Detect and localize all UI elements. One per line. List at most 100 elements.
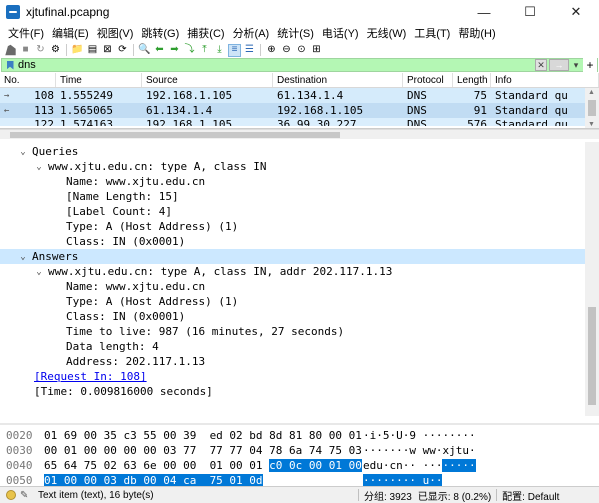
table-row[interactable]: 122 1.574163 192.168.1.105 36.99.30.227 … — [0, 118, 599, 126]
scrollbar-thumb[interactable] — [588, 307, 596, 405]
scrollbar-thumb[interactable] — [10, 132, 340, 138]
first-packet-icon[interactable]: ⤒ — [198, 44, 211, 57]
apply-filter-icon[interactable]: → — [549, 59, 569, 71]
resize-columns-icon[interactable]: ⊞ — [310, 44, 323, 57]
display-filter-input[interactable]: dns — [18, 59, 534, 71]
byte-ascii: ········ u·· — [363, 474, 443, 486]
cell-protocol: DNS — [407, 89, 427, 102]
menu-help[interactable]: 帮助(H) — [454, 25, 499, 41]
column-header-info[interactable]: Info — [491, 73, 599, 87]
clear-filter-icon[interactable]: ✕ — [535, 59, 547, 71]
tree-leaf[interactable]: Class: IN (0x0001) — [0, 234, 585, 249]
tree-leaf[interactable]: Data length: 4 — [0, 339, 585, 354]
scrollbar-thumb[interactable] — [588, 100, 596, 116]
colorize-icon[interactable]: ☰ — [243, 44, 256, 57]
table-row-selected[interactable]: ← 113 1.565065 61.134.1.4 192.168.1.105 … — [0, 103, 599, 118]
byte-offset: 0030 — [6, 444, 33, 457]
chevron-down-icon[interactable]: ⌄ — [34, 267, 44, 277]
menu-edit[interactable]: 编辑(E) — [48, 25, 93, 41]
filter-bookmark-icon[interactable] — [4, 59, 16, 71]
tree-leaf[interactable]: Address: 202.117.1.13 — [0, 354, 585, 369]
packet-list-scrollbar[interactable]: ▲ ▼ — [585, 88, 599, 128]
last-packet-icon[interactable]: ⤓ — [213, 44, 226, 57]
column-header-destination[interactable]: Destination — [273, 73, 403, 87]
menu-view[interactable]: 视图(V) — [93, 25, 138, 41]
tree-node-answers[interactable]: ⌄ Answers — [0, 249, 585, 264]
maximize-button[interactable]: ☐ — [507, 0, 553, 24]
close-file-icon[interactable]: ⊠ — [101, 44, 114, 57]
menu-tools[interactable]: 工具(T) — [410, 25, 454, 41]
packet-list-header: No. Time Source Destination Protocol Len… — [0, 73, 599, 88]
edit-comment-icon[interactable]: ✎ — [20, 490, 32, 501]
column-header-protocol[interactable]: Protocol — [403, 73, 453, 87]
find-packet-icon[interactable]: 🔍 — [138, 44, 151, 57]
open-file-icon[interactable]: 📁 — [71, 44, 84, 57]
chevron-down-icon[interactable]: ⌄ — [34, 162, 44, 172]
column-header-length[interactable]: Length — [453, 73, 491, 87]
packet-bytes: 0020 01 69 00 35 c3 55 00 39 ed 02 bd 8d… — [0, 426, 599, 486]
bytes-row[interactable]: 0030 00 01 00 00 00 00 03 77 77 77 04 78… — [0, 443, 599, 458]
tree-leaf[interactable]: Class: IN (0x0001) — [0, 309, 585, 324]
bytes-row[interactable]: 0020 01 69 00 35 c3 55 00 39 ed 02 bd 8d… — [0, 428, 599, 443]
expert-info-icon[interactable] — [6, 490, 16, 500]
packet-list-hscrollbar[interactable] — [0, 129, 599, 139]
filter-dropdown-icon[interactable]: ▾ — [571, 59, 581, 71]
tree-node-answer[interactable]: ⌄ www.xjtu.edu.cn: type A, class IN, addr… — [0, 264, 585, 279]
go-to-packet-icon[interactable]: ⤵ — [183, 44, 196, 57]
start-capture-icon[interactable] — [5, 44, 16, 56]
tree-leaf[interactable]: Time to live: 987 (16 minutes, 27 second… — [0, 324, 585, 339]
tree-label: Answers — [32, 250, 79, 263]
tree-leaf[interactable]: Type: A (Host Address) (1) — [0, 219, 585, 234]
zoom-in-icon[interactable]: ⊕ — [265, 44, 278, 57]
menu-go[interactable]: 跳转(G) — [137, 25, 183, 41]
go-forward-icon[interactable]: ➡ — [168, 44, 181, 57]
request-in-link[interactable]: [Request In: 108] — [34, 370, 147, 383]
capture-options-icon[interactable]: ⚙ — [49, 44, 62, 57]
restart-capture-icon[interactable]: ↻ — [34, 44, 47, 57]
pane-splitter[interactable] — [0, 423, 599, 425]
menu-statistics[interactable]: 统计(S) — [273, 25, 318, 41]
tree-leaf[interactable]: [Time: 0.009816000 seconds] — [0, 384, 585, 399]
details-scrollbar[interactable] — [585, 142, 599, 416]
tree-leaf[interactable]: Name: www.xjtu.edu.cn — [0, 174, 585, 189]
cell-destination: 192.168.1.105 — [277, 104, 364, 117]
bytes-row[interactable]: 0050 01 00 00 03 db 00 04 ca 75 01 0d ··… — [0, 473, 599, 486]
close-button[interactable]: ✕ — [553, 0, 599, 24]
tree-leaf[interactable]: [Name Length: 15] — [0, 189, 585, 204]
tree-leaf[interactable]: [Label Count: 4] — [0, 204, 585, 219]
menu-file[interactable]: 文件(F) — [4, 25, 48, 41]
tree-leaf[interactable]: Name: www.xjtu.edu.cn — [0, 279, 585, 294]
menu-telephony[interactable]: 电话(Y) — [318, 25, 363, 41]
cell-length: 75 — [473, 89, 487, 102]
stop-capture-icon[interactable]: ■ — [19, 44, 32, 57]
scroll-up-icon[interactable]: ▲ — [588, 89, 595, 96]
request-in-row[interactable]: [Request In: 108] — [0, 369, 585, 384]
status-profile[interactable]: 配置: Default — [502, 488, 559, 503]
toolbar-separator — [133, 44, 134, 56]
autoscroll-icon[interactable]: ≡ — [228, 43, 241, 57]
save-file-icon[interactable]: ▤ — [86, 44, 99, 57]
menu-analyze[interactable]: 分析(A) — [229, 25, 274, 41]
reload-file-icon[interactable]: ⟳ — [116, 44, 129, 57]
zoom-out-icon[interactable]: ⊖ — [280, 44, 293, 57]
menu-wireless[interactable]: 无线(W) — [363, 25, 411, 41]
byte-offset: 0020 — [6, 429, 33, 442]
tree-node-query[interactable]: ⌄ www.xjtu.edu.cn: type A, class IN — [0, 159, 585, 174]
normal-size-icon[interactable]: ⊙ — [295, 44, 308, 57]
column-header-no[interactable]: No. — [0, 73, 56, 87]
scroll-down-icon[interactable]: ▼ — [588, 121, 595, 128]
chevron-down-icon[interactable]: ⌄ — [18, 252, 28, 262]
menu-capture[interactable]: 捕获(C) — [183, 25, 228, 41]
tree-node-queries[interactable]: ⌄ Queries — [0, 144, 585, 159]
table-row[interactable]: → 108 1.555249 192.168.1.105 61.134.1.4 … — [0, 88, 599, 103]
go-back-icon[interactable]: ⬅ — [153, 44, 166, 57]
bytes-row[interactable]: 0040 65 64 75 02 63 6e 00 00 01 00 01 c0… — [0, 458, 599, 473]
column-header-time[interactable]: Time — [56, 73, 142, 87]
add-filter-button-icon[interactable]: + — [583, 58, 597, 72]
column-header-source[interactable]: Source — [142, 73, 273, 87]
minimize-button[interactable]: — — [461, 0, 507, 24]
hex-highlight: c0 0c 00 01 00 — [269, 459, 362, 472]
tree-label: www.xjtu.edu.cn: type A, class IN — [48, 160, 267, 173]
chevron-down-icon[interactable]: ⌄ — [18, 147, 28, 157]
tree-leaf[interactable]: Type: A (Host Address) (1) — [0, 294, 585, 309]
